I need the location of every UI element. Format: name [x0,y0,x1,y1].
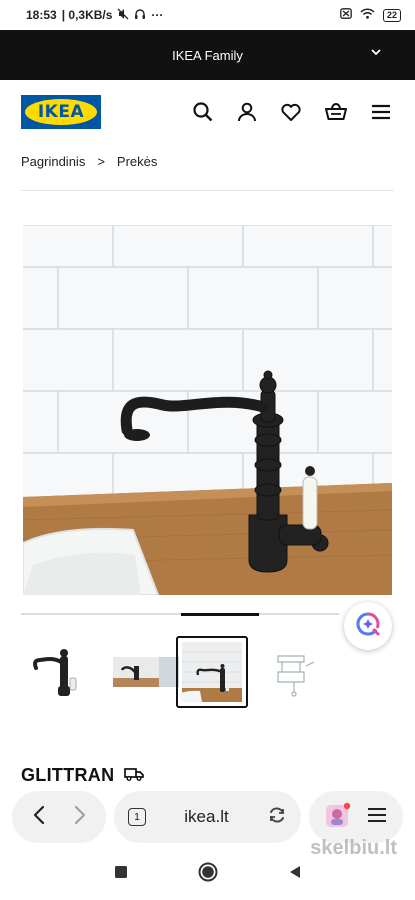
product-name-text: GLITTRAN [21,765,115,785]
url-text[interactable]: ikea.lt [156,807,257,827]
ikea-family-banner[interactable]: IKEA Family [0,30,415,80]
tab-count-button[interactable]: 1 [128,808,146,826]
thumbnail-2[interactable] [110,636,182,708]
heart-icon[interactable] [280,101,302,123]
chevron-down-icon[interactable] [369,45,383,62]
cart-icon[interactable] [324,101,348,123]
carousel-scrollbar[interactable] [21,613,339,615]
ikea-logo-text: IKEA [25,99,97,125]
headphones-icon [134,8,146,23]
menu-icon[interactable] [370,101,392,123]
profile-avatar-icon[interactable] [325,802,351,833]
product-main-image[interactable] [23,225,392,595]
search-icon[interactable] [192,101,214,123]
mute-icon [117,8,129,23]
reload-icon[interactable] [267,805,287,830]
carousel-scrollbar-thumb[interactable] [181,613,259,616]
address-bar[interactable]: 1 ikea.lt [114,791,301,843]
recent-apps-icon[interactable] [113,864,129,885]
back-arrow-icon[interactable] [31,804,49,831]
site-header: IKEA [0,80,415,144]
sim-icon [340,8,352,22]
status-time: 18:53 [26,8,57,22]
header-divider [21,190,394,191]
status-bar: 18:53 | 0,3KB/s ··· 22 [0,0,415,30]
thumbnail-1[interactable] [20,636,92,708]
delivery-truck-icon [124,765,145,786]
breadcrumb-home-link[interactable]: Pagrindinis [21,154,85,169]
forward-arrow-icon[interactable] [70,804,88,831]
ikea-family-label: IKEA Family [172,47,243,63]
thumbnail-3-selected[interactable] [176,636,248,708]
breadcrumb-products-link[interactable]: Prekės [117,154,157,169]
browser-nav-group [12,791,106,843]
back-icon[interactable] [287,864,303,885]
more-status-icon: ··· [151,8,164,22]
product-title: GLITTRAN [21,765,145,786]
thumbnail-4[interactable] [260,636,332,708]
product-thumbnails [20,636,400,708]
battery-icon: 22 [382,8,401,22]
ikea-logo[interactable]: IKEA [21,95,101,129]
profile-icon[interactable] [236,101,258,123]
breadcrumb: Pagrindinis > Prekės [21,154,157,169]
browser-menu-group [309,791,403,843]
home-icon[interactable] [197,861,219,888]
breadcrumb-separator: > [97,154,105,169]
browser-menu-icon[interactable] [366,805,388,830]
status-speed: | 0,3KB/s [61,8,113,22]
wifi-icon [360,8,375,22]
watermark-text: skelbiu.lt [310,837,397,859]
